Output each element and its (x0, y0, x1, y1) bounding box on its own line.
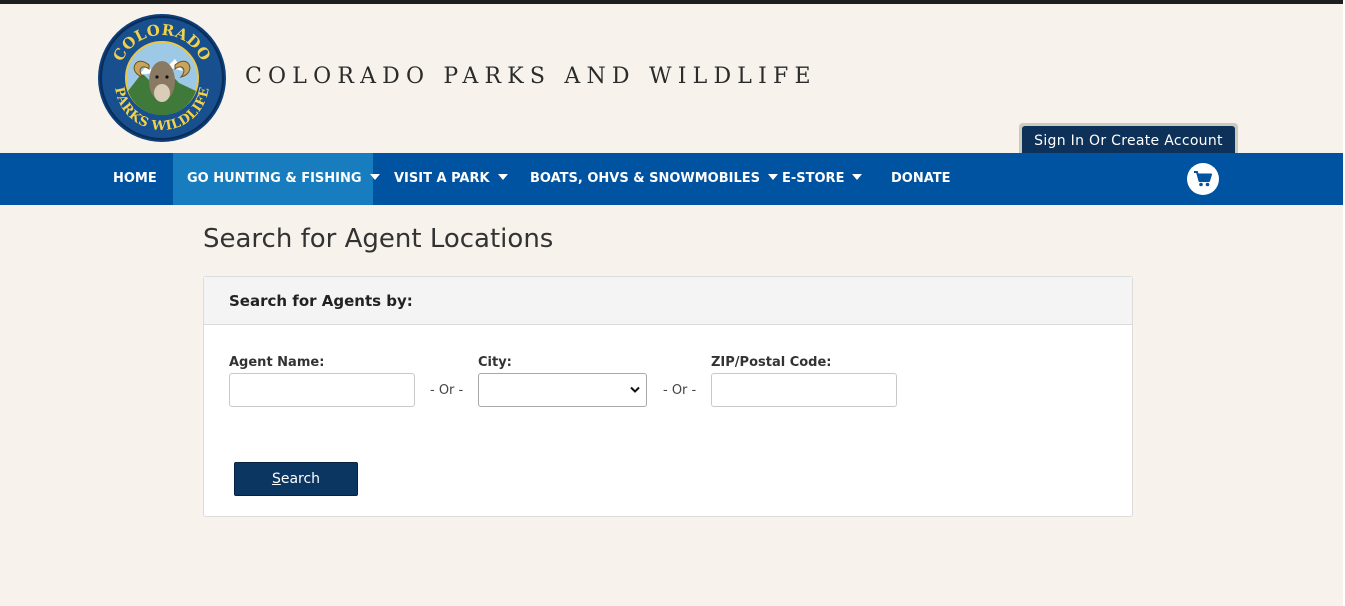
agent-name-label: Agent Name: (229, 355, 325, 370)
caret-down-icon (497, 174, 508, 180)
cart-icon (1194, 171, 1212, 187)
nav-item-donate[interactable]: DONATE (878, 153, 958, 205)
zip-input[interactable] (711, 373, 897, 407)
agent-name-input[interactable] (229, 373, 415, 407)
page-title: Search for Agent Locations (203, 224, 554, 254)
search-button[interactable]: Search (234, 462, 358, 496)
agent-search-panel: Search for Agents by: Agent Name: - Or -… (203, 276, 1133, 517)
nav-item-hunting-fishing[interactable]: GO HUNTING & FISHING (173, 153, 380, 205)
search-accesskey-letter: S (271, 471, 281, 487)
or-separator: - Or - (430, 383, 464, 398)
caret-down-icon (852, 174, 863, 180)
search-button-label: earch (280, 471, 321, 487)
or-separator: - Or - (663, 383, 697, 398)
main-nav: HOME GO HUNTING & FISHING VISIT A PARK B… (0, 153, 1343, 205)
caret-down-icon (369, 174, 380, 180)
nav-item-label: HOME (113, 171, 157, 186)
chevron-down-icon (630, 386, 640, 393)
site-title[interactable]: COLORADO PARKS AND WILDLIFE (245, 64, 817, 89)
cart-button[interactable] (1187, 163, 1219, 195)
cpw-logo[interactable]: COLORADO PARKS WILDLIFE (97, 13, 227, 143)
panel-heading: Search for Agents by: (204, 277, 1132, 325)
nav-item-label: E-STORE (782, 171, 845, 186)
city-select[interactable] (478, 373, 647, 407)
zip-label: ZIP/Postal Code: (711, 355, 832, 370)
nav-item-home[interactable]: HOME (100, 153, 165, 205)
nav-item-label: VISIT A PARK (394, 171, 490, 186)
nav-item-label: GO HUNTING & FISHING (187, 171, 362, 186)
nav-item-visit-park[interactable]: VISIT A PARK (381, 153, 511, 205)
city-label: City: (478, 355, 512, 370)
nav-item-label: BOATS, OHVS & SNOWMOBILES (530, 171, 760, 186)
site-header: COLORADO PARKS WILDLIFE COLORADO PARKS A… (0, 4, 1343, 157)
nav-item-label: DONATE (891, 171, 951, 186)
nav-item-boats-ohvs[interactable]: BOATS, OHVS & SNOWMOBILES (517, 153, 778, 205)
cpw-seal-icon: COLORADO PARKS WILDLIFE (98, 14, 226, 142)
signin-tab[interactable]: Sign In Or Create Account (1019, 123, 1238, 157)
nav-item-e-store[interactable]: E-STORE (769, 153, 869, 205)
